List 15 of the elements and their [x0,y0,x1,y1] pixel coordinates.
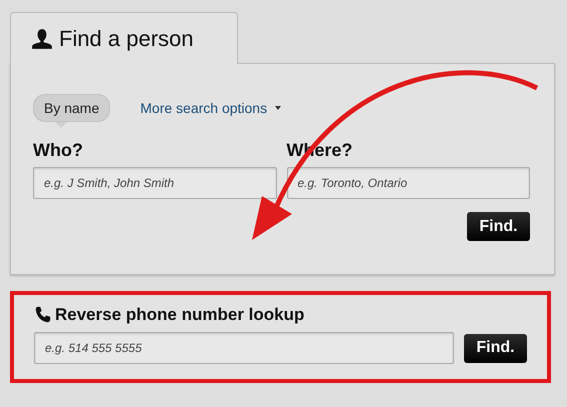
phone-number-field[interactable]: e.g. 514 555 5555 [34,332,454,364]
find-person-tab[interactable]: Find a person [10,12,238,64]
find-button[interactable]: Find. [464,334,527,362]
find-button[interactable]: Find. [467,212,530,241]
caret-icon [275,106,282,110]
by-name-tab[interactable]: By name [33,94,110,122]
input-field[interactable]: e.g. J Smith, John Smith [33,167,276,199]
phone-icon [34,306,52,324]
tab-label: Find a person [59,26,194,52]
field-label: Who? [33,140,84,161]
person-icon [31,28,53,50]
reverse-lookup-title: Reverse phone number lookup [55,305,304,325]
input-field[interactable]: e.g. Toronto, Ontario [286,167,530,199]
more-search-options-link[interactable]: More search options [140,100,282,116]
pointer-icon [55,122,67,128]
